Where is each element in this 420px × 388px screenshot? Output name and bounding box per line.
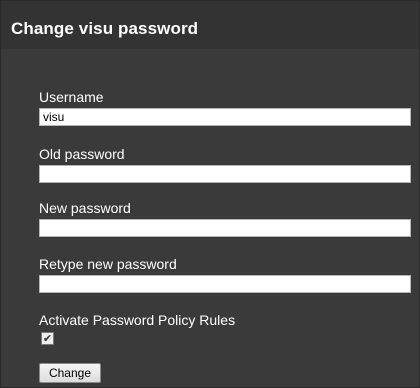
new-password-label: New password: [39, 200, 131, 216]
new-password-field[interactable]: [39, 219, 411, 237]
retype-password-label: Retype new password: [39, 256, 177, 272]
title-bar: Change visu password: [1, 1, 419, 49]
dialog-title: Change visu password: [11, 19, 199, 38]
policy-rules-label: Activate Password Policy Rules: [39, 312, 236, 328]
retype-password-field[interactable]: [39, 275, 411, 293]
change-password-dialog: Change visu password Username Old passwo…: [0, 0, 420, 388]
old-password-field[interactable]: [39, 165, 411, 183]
username-label: Username: [39, 89, 104, 105]
change-button[interactable]: Change: [39, 363, 101, 383]
username-field[interactable]: [39, 108, 411, 126]
old-password-label: Old password: [39, 146, 125, 162]
policy-rules-checkbox[interactable]: ✔: [41, 332, 54, 345]
